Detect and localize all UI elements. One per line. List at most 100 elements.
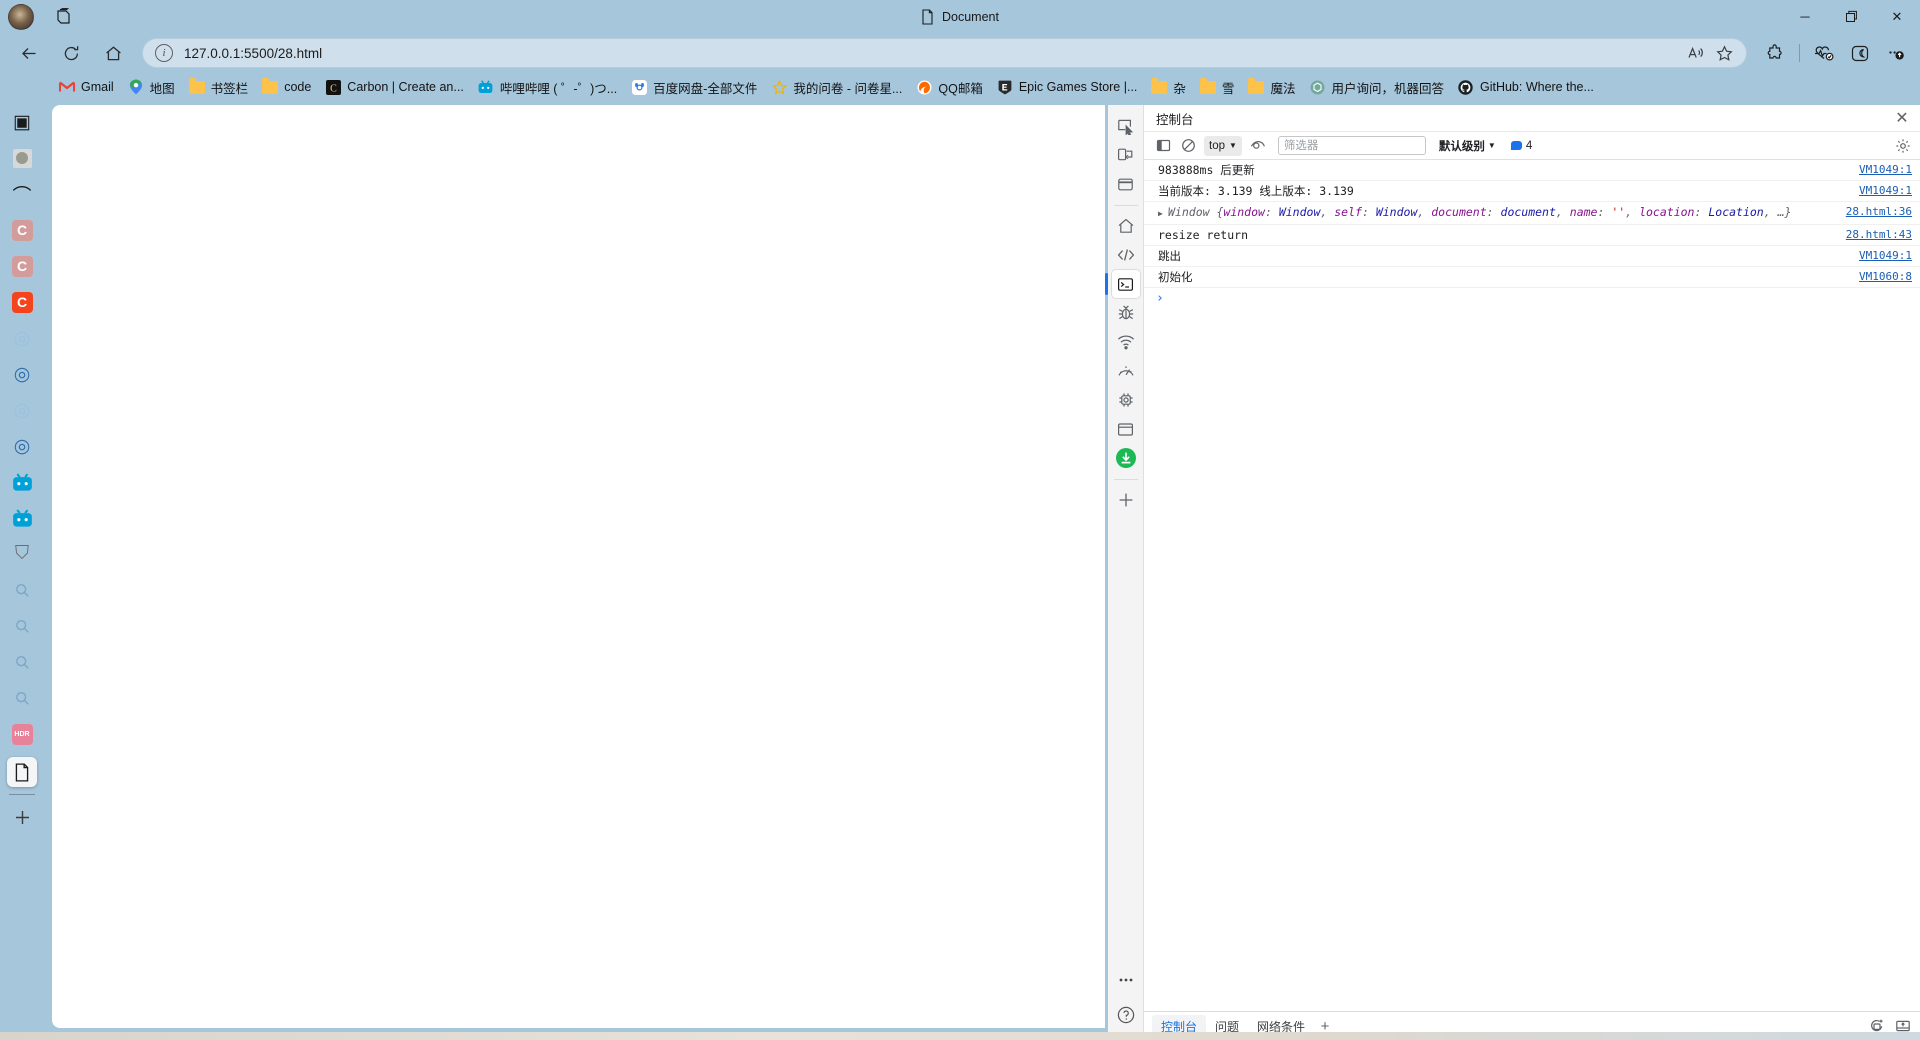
bookmark-item[interactable]: QQ邮箱 (909, 75, 989, 99)
bookmark-item[interactable]: 书签栏 (182, 75, 256, 99)
close-button[interactable]: ✕ (1874, 0, 1920, 33)
console-filter-input[interactable] (1277, 136, 1426, 155)
search-icon-2[interactable] (7, 611, 37, 641)
bookmark-item[interactable]: 地图 (121, 75, 182, 99)
window-icon[interactable]: ▣ (7, 107, 37, 137)
chevron-down-icon: ▼ (1229, 141, 1237, 150)
performance-icon[interactable] (1112, 357, 1140, 385)
console-log-source-link[interactable]: VM1049:1 (1851, 249, 1912, 263)
console-log-row[interactable]: 跳出 VM1049:1 (1144, 246, 1920, 267)
back-button[interactable] (12, 38, 46, 68)
address-bar[interactable]: i 127.0.0.1:5500/28.html (142, 38, 1747, 68)
restore-button[interactable] (1828, 0, 1874, 33)
add-tab-icon[interactable] (7, 802, 37, 832)
expand-triangle-icon[interactable]: ▶ (1158, 207, 1168, 221)
console-log-row[interactable]: 初始化 VM1060:8 (1144, 267, 1920, 288)
elements-panel-icon[interactable] (1112, 170, 1140, 198)
log-level-select[interactable]: 默认级别 ▼ (1439, 138, 1496, 154)
c-app-icon-3[interactable]: C (7, 287, 37, 317)
bookmark-item[interactable]: C Carbon | Create an... (318, 75, 471, 99)
console-input-prompt[interactable]: › (1144, 288, 1920, 309)
devtools-close-button[interactable]: ✕ (1890, 107, 1914, 129)
console-log-source-link[interactable]: 28.html:36 (1838, 205, 1912, 219)
application-icon[interactable] (1112, 415, 1140, 443)
avatar-icon[interactable] (7, 143, 37, 173)
more-panels-icon[interactable] (1112, 486, 1140, 514)
profile-avatar[interactable] (8, 3, 34, 30)
console-log-source-link[interactable]: 28.html:43 (1838, 228, 1912, 242)
search-icon-3[interactable] (7, 647, 37, 677)
bookmark-item[interactable]: 杂 (1144, 75, 1193, 99)
c-app-icon-2[interactable]: C (7, 251, 37, 281)
console-log-row[interactable]: ▶ Window {window: Window, self: Window, d… (1144, 202, 1920, 225)
epic-icon (997, 79, 1013, 95)
home-button[interactable] (96, 38, 130, 68)
minimize-button[interactable]: ─ (1782, 0, 1828, 33)
download-icon[interactable] (1112, 444, 1140, 472)
link-icon-4[interactable]: ◎ (7, 431, 37, 461)
bilibili-icon-1[interactable] (7, 467, 37, 497)
bug-debug-icon[interactable] (1112, 299, 1140, 327)
console-sidebar-icon[interactable] (1152, 135, 1174, 157)
link-icon-1[interactable]: ◎ (7, 323, 37, 353)
hdr-badge-icon[interactable]: HDR (7, 719, 37, 749)
message-count-badge[interactable]: 4 (1510, 140, 1532, 152)
bookmark-item[interactable]: 百度网盘-全部文件 (624, 75, 764, 99)
inspect-element-icon[interactable] (1112, 112, 1140, 140)
bookmark-item[interactable]: 我的问卷 - 问卷星... (764, 75, 909, 99)
svg-text:C: C (330, 83, 337, 94)
device-toolbar-icon[interactable] (1112, 141, 1140, 169)
help-icon[interactable] (1112, 1001, 1140, 1029)
favorite-star-icon[interactable] (1710, 40, 1738, 66)
console-log-row[interactable]: 当前版本: 3.139 线上版本: 3.139 VM1049:1 (1144, 181, 1920, 202)
reload-button[interactable] (54, 38, 88, 68)
console-log-source-link[interactable]: VM1049:1 (1851, 163, 1912, 177)
copilot-icon[interactable] (1844, 38, 1876, 68)
address-bar-url[interactable]: 127.0.0.1:5500/28.html (184, 46, 1682, 61)
archive-icon[interactable]: ⛉ (7, 539, 37, 569)
console-log-source-link[interactable]: VM1049:1 (1851, 184, 1912, 198)
bookmark-item[interactable]: Gmail (52, 75, 121, 99)
console-log-source-link[interactable]: VM1060:8 (1851, 270, 1912, 284)
bilibili-icon-2[interactable] (7, 503, 37, 533)
bookmark-item[interactable]: Epic Games Store |... (990, 75, 1145, 99)
settings-gear-icon[interactable] (1892, 135, 1914, 157)
folder-icon (1151, 77, 1168, 95)
console-log-message: 跳出 (1158, 249, 1181, 263)
clear-console-icon[interactable] (1177, 135, 1199, 157)
browser-essentials-icon[interactable] (1808, 38, 1840, 68)
link-icon-3[interactable]: ◎ (7, 395, 37, 425)
settings-more-icon[interactable] (1880, 38, 1912, 68)
bookmark-label: 百度网盘-全部文件 (653, 81, 758, 96)
avatar (12, 148, 32, 168)
search-icon-1[interactable] (7, 575, 37, 605)
search-icon-4[interactable] (7, 683, 37, 713)
home-icon[interactable] (1112, 212, 1140, 240)
page-content-area[interactable] (52, 105, 1105, 1028)
sources-code-icon[interactable] (1112, 241, 1140, 269)
bookmark-item[interactable]: 魔法 (1241, 75, 1302, 99)
memory-chip-icon[interactable] (1112, 386, 1140, 414)
bookmark-item[interactable]: 哔哩哔哩 ( ゜-゜)つ... (471, 75, 624, 99)
curve-icon[interactable]: ⌒ (7, 179, 37, 209)
tab-stack-icon[interactable] (48, 4, 78, 30)
bookmark-item[interactable]: GitHub: Where the... (1451, 75, 1601, 99)
extensions-icon[interactable] (1759, 38, 1791, 68)
bookmark-item[interactable]: 用户询问，机器回答 (1302, 75, 1451, 99)
document-tab-icon[interactable] (7, 757, 37, 787)
live-expression-eye-icon[interactable] (1247, 135, 1269, 157)
devtools-rail-bottom (1108, 960, 1144, 1040)
network-wifi-icon[interactable] (1112, 328, 1140, 356)
read-aloud-icon[interactable] (1682, 40, 1710, 66)
more-options-icon[interactable] (1112, 966, 1140, 994)
console-log-list[interactable]: 983888ms 后更新 VM1049:1 当前版本: 3.139 线上版本: 3.… (1144, 160, 1920, 1011)
site-info-icon[interactable]: i (155, 44, 173, 62)
console-log-row[interactable]: resize return 28.html:43 (1144, 225, 1920, 246)
execution-context-select[interactable]: top ▼ (1204, 135, 1242, 156)
c-app-icon-1[interactable]: C (7, 215, 37, 245)
console-panel-icon[interactable] (1104, 270, 1140, 298)
link-icon-2[interactable]: ◎ (7, 359, 37, 389)
console-log-row[interactable]: 983888ms 后更新 VM1049:1 (1144, 160, 1920, 181)
bookmark-item[interactable]: 雪 (1193, 75, 1242, 99)
bookmark-item[interactable]: code (255, 75, 318, 99)
